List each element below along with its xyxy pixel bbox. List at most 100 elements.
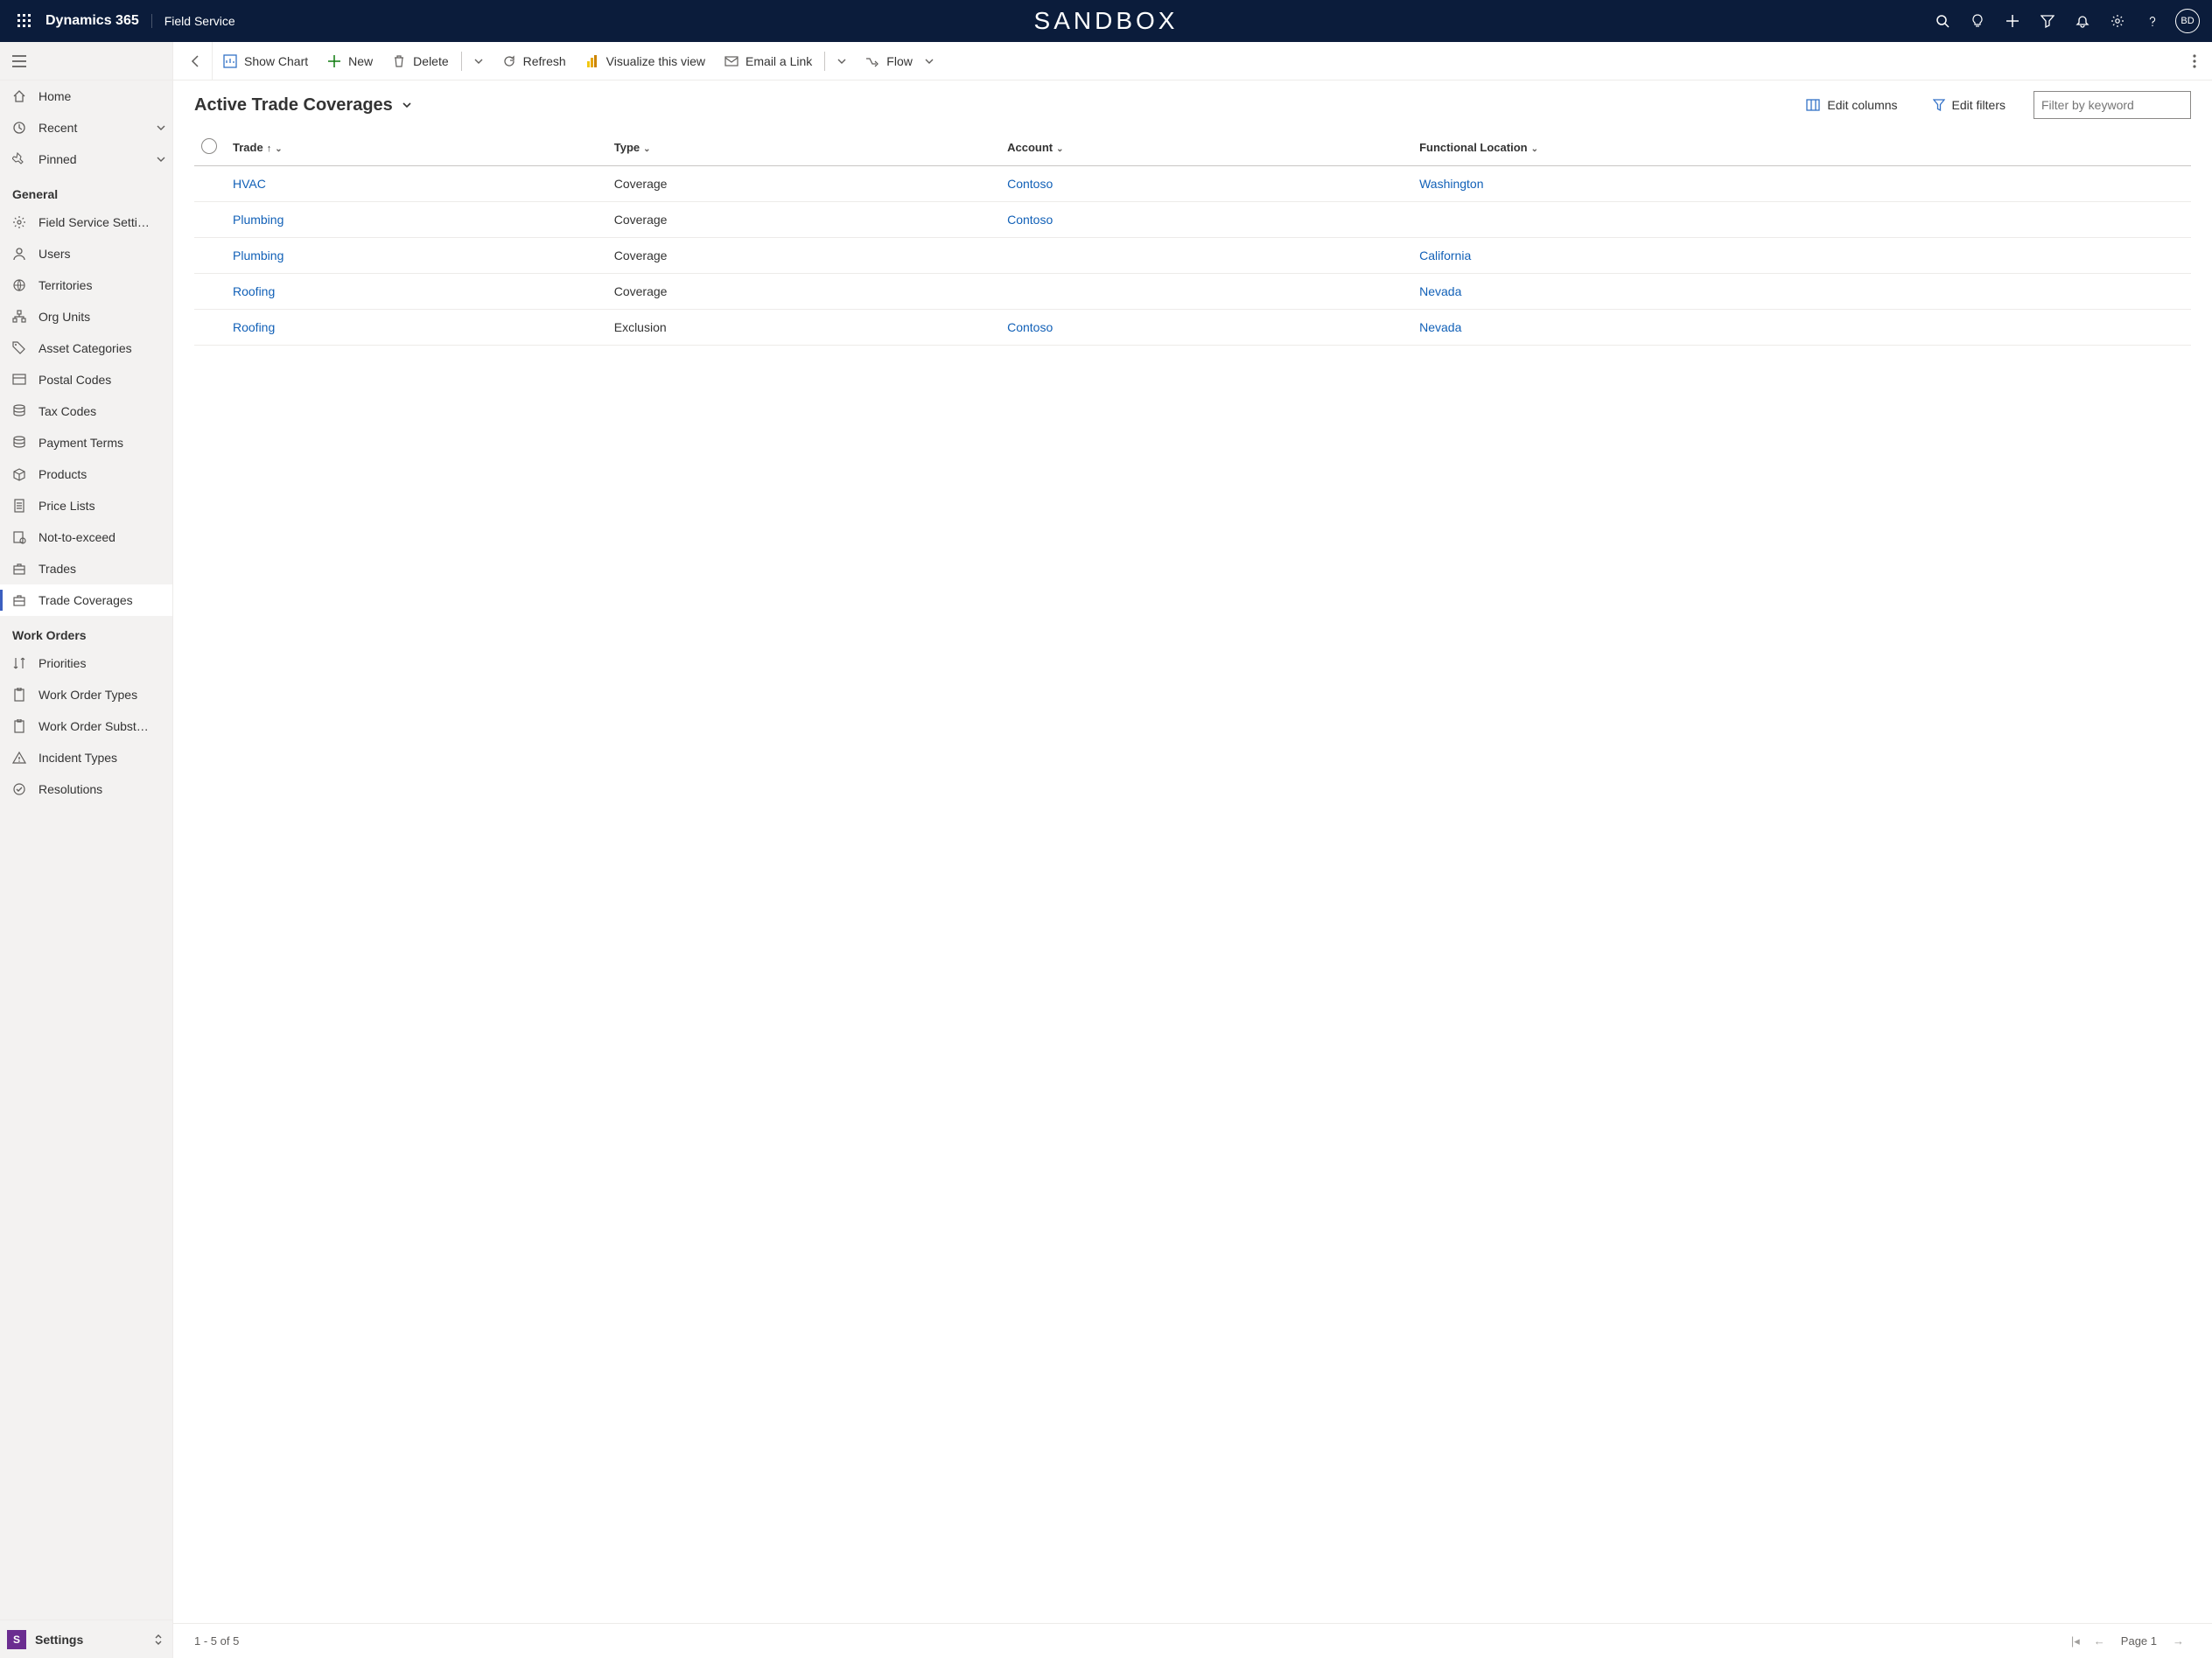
account-link[interactable]: Contoso xyxy=(1007,213,1053,227)
sheet-icon xyxy=(12,499,26,513)
account-link[interactable]: Contoso xyxy=(1007,177,1053,191)
sidebar-item-pay[interactable]: Payment Terms xyxy=(0,427,172,458)
trade-link[interactable]: Roofing xyxy=(233,320,275,334)
select-all-checkbox[interactable] xyxy=(201,138,217,154)
table-row[interactable]: PlumbingCoverageCalifornia xyxy=(194,238,2191,274)
sidebar-item-recent[interactable]: Recent xyxy=(0,112,172,143)
sidebar-item-wot[interactable]: Work Order Types xyxy=(0,679,172,710)
help-button[interactable] xyxy=(2135,0,2170,42)
refresh-button[interactable]: Refresh xyxy=(494,42,575,80)
brand-label[interactable]: Dynamics 365 xyxy=(42,13,151,29)
app-name-label[interactable]: Field Service xyxy=(151,14,248,28)
funcloc-link[interactable]: Washington xyxy=(1419,177,1483,191)
view-selector[interactable]: Active Trade Coverages xyxy=(194,95,412,115)
show-chart-button[interactable]: Show Chart xyxy=(214,42,317,80)
table-row[interactable]: PlumbingCoverageContoso xyxy=(194,202,2191,238)
sidebar-item-res[interactable]: Resolutions xyxy=(0,773,172,805)
sidebar-item-label: Incident Types xyxy=(38,751,165,765)
next-page-button[interactable]: → xyxy=(2166,1631,2191,1651)
keyword-filter-input[interactable] xyxy=(2034,91,2191,119)
visualize-label: Visualize this view xyxy=(606,54,705,68)
sidebar-item-prio[interactable]: Priorities xyxy=(0,647,172,679)
chevron-down-icon xyxy=(157,123,165,132)
sidebar-item-fss[interactable]: Field Service Setti… xyxy=(0,206,172,238)
edit-filters-button[interactable]: Edit filters xyxy=(1926,93,2012,117)
visualize-button[interactable]: Visualize this view xyxy=(577,42,714,80)
new-button[interactable]: New xyxy=(318,42,382,80)
check-icon xyxy=(12,782,26,796)
row-select-cell[interactable] xyxy=(194,274,226,310)
table-row[interactable]: RoofingCoverageNevada xyxy=(194,274,2191,310)
gear-icon xyxy=(12,215,26,229)
sidebar-item-users[interactable]: Users xyxy=(0,238,172,269)
main-area: Show Chart New Delete Refresh Visualize … xyxy=(173,42,2212,1658)
email-link-button[interactable]: Email a Link xyxy=(716,42,821,80)
settings-button[interactable] xyxy=(2100,0,2135,42)
edit-columns-button[interactable]: Edit columns xyxy=(1799,93,1904,117)
user-avatar-button[interactable]: BD xyxy=(2170,0,2205,42)
sidebar-item-inc[interactable]: Incident Types xyxy=(0,742,172,773)
row-select-cell[interactable] xyxy=(194,202,226,238)
postal-icon xyxy=(12,373,26,387)
global-add-button[interactable] xyxy=(1995,0,2030,42)
trade-link[interactable]: Plumbing xyxy=(233,213,284,227)
bell-icon xyxy=(2076,14,2090,28)
email-link-split-button[interactable] xyxy=(829,42,855,80)
column-header-trade[interactable]: Trade↑⌄ xyxy=(226,129,607,166)
sidebar-item-tcov[interactable]: Trade Coverages xyxy=(0,584,172,616)
global-nav: Dynamics 365 Field Service SANDBOX BD xyxy=(0,0,2212,42)
select-all-header[interactable] xyxy=(194,129,226,166)
sidebar-item-terr[interactable]: Territories xyxy=(0,269,172,301)
sidebar-item-pinned[interactable]: Pinned xyxy=(0,143,172,175)
sidebar-item-price[interactable]: Price Lists xyxy=(0,490,172,521)
column-header-funcloc[interactable]: Functional Location⌄ xyxy=(1412,129,2191,166)
sidebar-item-tax[interactable]: Tax Codes xyxy=(0,395,172,427)
account-link[interactable]: Contoso xyxy=(1007,320,1053,334)
sidebar-item-wos[interactable]: Work Order Subst… xyxy=(0,710,172,742)
trade-link[interactable]: Plumbing xyxy=(233,248,284,262)
table-row[interactable]: RoofingExclusionContosoNevada xyxy=(194,310,2191,346)
first-page-button[interactable]: |◂ xyxy=(2064,1631,2087,1652)
column-header-type[interactable]: Type⌄ xyxy=(607,129,1000,166)
flow-button[interactable]: Flow xyxy=(857,42,942,80)
sidebar-item-trades[interactable]: Trades xyxy=(0,553,172,584)
sidebar-item-postal[interactable]: Postal Codes xyxy=(0,364,172,395)
area-switcher[interactable]: S Settings xyxy=(0,1620,172,1658)
sidebar-scroll[interactable]: HomeRecentPinnedGeneralField Service Set… xyxy=(0,80,172,1620)
row-select-cell[interactable] xyxy=(194,166,226,202)
sidebar-item-label: Priorities xyxy=(38,656,165,670)
funcloc-cell: Nevada xyxy=(1412,310,2191,346)
row-select-cell[interactable] xyxy=(194,238,226,274)
funnel-icon xyxy=(2040,14,2054,28)
funcloc-link[interactable]: Nevada xyxy=(1419,320,1461,334)
pin-icon xyxy=(12,152,26,166)
sidebar-collapse-button[interactable] xyxy=(0,42,172,80)
global-search-button[interactable] xyxy=(1925,0,1960,42)
trade-link[interactable]: HVAC xyxy=(233,177,266,191)
column-header-account[interactable]: Account⌄ xyxy=(1000,129,1412,166)
sort-asc-icon: ↑ xyxy=(267,143,272,154)
delete-split-button[interactable] xyxy=(466,42,492,80)
sidebar-item-org[interactable]: Org Units xyxy=(0,301,172,332)
sidebar-item-home[interactable]: Home xyxy=(0,80,172,112)
funcloc-link[interactable]: Nevada xyxy=(1419,284,1461,298)
app-launcher-button[interactable] xyxy=(7,0,42,42)
search-icon xyxy=(1936,14,1950,28)
sidebar-item-label: Users xyxy=(38,247,165,261)
overflow-button[interactable] xyxy=(2184,42,2205,80)
table-row[interactable]: HVACCoverageContosoWashington xyxy=(194,166,2191,202)
adv-find-button[interactable] xyxy=(2030,0,2065,42)
funcloc-link[interactable]: California xyxy=(1419,248,1471,262)
row-select-cell[interactable] xyxy=(194,310,226,346)
grid-scroll[interactable]: Trade↑⌄Type⌄Account⌄Functional Location⌄… xyxy=(173,129,2212,1623)
notifications-button[interactable] xyxy=(2065,0,2100,42)
delete-button[interactable]: Delete xyxy=(383,42,457,80)
prev-page-button[interactable]: ← xyxy=(2087,1631,2112,1651)
sidebar-item-label: Trades xyxy=(38,562,165,576)
sidebar-item-nte[interactable]: Not-to-exceed xyxy=(0,521,172,553)
sidebar-item-prod[interactable]: Products xyxy=(0,458,172,490)
trade-link[interactable]: Roofing xyxy=(233,284,275,298)
back-button[interactable] xyxy=(180,42,213,80)
insights-button[interactable] xyxy=(1960,0,1995,42)
sidebar-item-asset[interactable]: Asset Categories xyxy=(0,332,172,364)
